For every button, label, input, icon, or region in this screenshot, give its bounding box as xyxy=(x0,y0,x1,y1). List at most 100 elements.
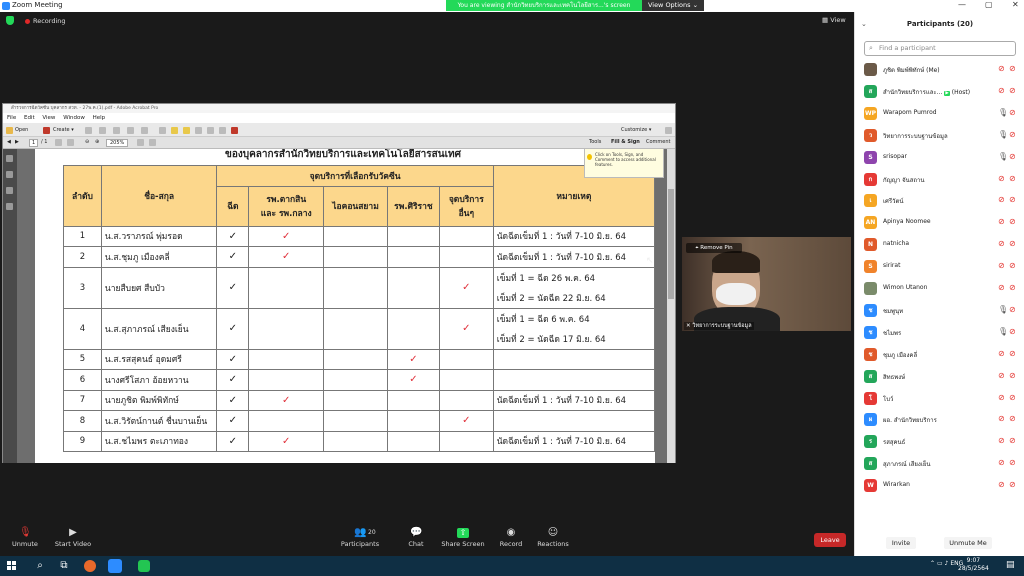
folder-icon[interactable] xyxy=(6,127,13,134)
scrollbar-thumb[interactable] xyxy=(668,189,674,299)
attachments-icon[interactable] xyxy=(6,203,13,210)
image-icon[interactable] xyxy=(141,127,148,134)
taskbar-clock[interactable]: 9:07 28/5/2564 xyxy=(958,557,989,573)
remove-pin-button[interactable]: ⌖ Remove Pin xyxy=(686,243,742,253)
minimize-icon[interactable]: — xyxy=(958,0,966,9)
document-scrollbar[interactable] xyxy=(667,149,675,463)
participant-row[interactable]: ผ ผอ. สำนักวิทยบริการ ⊘ ⊘ xyxy=(864,410,1018,430)
network-icon[interactable]: ▭ xyxy=(937,560,943,567)
participants-button[interactable]: 👥 Participants xyxy=(335,528,385,549)
pages-panel-icon[interactable] xyxy=(6,155,13,162)
view-button[interactable]: ▦ View xyxy=(822,16,846,24)
participant-row[interactable]: ส สิทธพงษ์ ⊘ ⊘ xyxy=(864,367,1018,387)
view-options-button[interactable]: View Options ⌄ xyxy=(642,0,704,11)
highlight-icon[interactable] xyxy=(183,127,190,134)
menu-help[interactable]: Help xyxy=(93,115,106,121)
participant-row[interactable]: Wimon Utanon ⊘ ⊘ xyxy=(864,279,1018,299)
open-button[interactable]: Open xyxy=(15,127,28,133)
start-video-button[interactable]: ▶ Start Video xyxy=(48,528,98,549)
cell-siriraj xyxy=(386,307,440,350)
prev-page-icon[interactable]: ◀ xyxy=(7,139,11,145)
participant-row[interactable]: ภูชิต พิมพ์พิทักษ์ (Me) ⊘ ⊘ xyxy=(864,60,1018,80)
participant-row[interactable]: AN Apinya Noomee ⊘ ⊘ xyxy=(864,213,1018,233)
zoom-out-icon[interactable]: ⊖ xyxy=(85,139,89,145)
zoom-taskbar-icon[interactable] xyxy=(108,559,122,573)
menu-file[interactable]: File xyxy=(7,115,16,121)
tray-arrow-icon[interactable]: ⌃ xyxy=(930,560,935,567)
print-icon[interactable] xyxy=(113,127,120,134)
chat-button[interactable]: 💬 Chat xyxy=(391,527,441,549)
participant-row[interactable]: ร รสสุคนธ์ ⊘ ⊘ xyxy=(864,432,1018,452)
chat-icon: 💬 xyxy=(410,527,423,538)
comment-tab[interactable]: Comment xyxy=(646,139,671,145)
reactions-button[interactable]: ☺ Reactions xyxy=(528,528,578,549)
upload-icon[interactable] xyxy=(99,127,106,134)
select-tool-icon[interactable] xyxy=(55,139,62,146)
participant-row[interactable]: Nnatnicha ⊘ ⊘ xyxy=(864,235,1018,255)
participant-row[interactable]: Ssrisopar 🎙 ⊘ xyxy=(864,148,1018,168)
bookmarks-icon[interactable] xyxy=(6,171,13,178)
settings-icon[interactable] xyxy=(159,127,166,134)
participant-row[interactable]: ส สุภาภรณ์ เสียงเย็น ⊘ ⊘ xyxy=(864,454,1018,474)
expand-icon[interactable] xyxy=(665,127,672,134)
leave-button[interactable]: Leave xyxy=(814,533,846,547)
line-app-icon[interactable] xyxy=(138,560,150,572)
row-remark: นัดฉีดเข็มที่ 1 : วันที่ 7-10 มิ.ย. 64 xyxy=(492,246,656,268)
hand-tool-icon[interactable] xyxy=(67,139,74,146)
customize-button[interactable]: Customize ▾ xyxy=(621,127,651,133)
participant-row[interactable]: ช ชมพูนุท 🎙 ⊘ xyxy=(864,301,1018,321)
participant-search-input[interactable]: Find a participant xyxy=(864,41,1016,56)
security-shield-icon[interactable] xyxy=(6,16,14,25)
task-view-icon[interactable]: ⧉ xyxy=(58,560,70,572)
page-number-input[interactable]: 1 xyxy=(29,139,39,147)
participant-row[interactable]: เ เศรีวัตน์ ⊘ ⊘ xyxy=(864,191,1018,211)
attach-icon[interactable] xyxy=(219,127,226,134)
volume-icon[interactable]: ♪ xyxy=(945,560,949,567)
tools-tab[interactable]: Tools xyxy=(589,139,601,145)
save-icon[interactable] xyxy=(85,127,92,134)
zoom-in-icon[interactable]: ⊕ xyxy=(95,139,99,145)
participant-row[interactable]: ก กัญญา จันสถาน ⊘ ⊘ xyxy=(864,170,1018,190)
fit-page-icon[interactable] xyxy=(137,139,144,146)
participant-row[interactable]: ว วิทยาการระบบฐานข้อมูล 🎙 ⊘ xyxy=(864,126,1018,146)
unmute-me-button[interactable]: Unmute Me xyxy=(944,537,992,549)
next-page-icon[interactable]: ▶ xyxy=(15,139,19,145)
participant-row[interactable]: ช ชไมพร 🎙 ⊘ xyxy=(864,323,1018,343)
stamp-icon[interactable] xyxy=(195,127,202,134)
export-icon[interactable] xyxy=(207,127,214,134)
close-icon[interactable]: ✕ xyxy=(1012,0,1019,9)
header-siriraj: รพ.ศิริราช xyxy=(386,185,440,227)
menu-window[interactable]: Window xyxy=(63,115,85,121)
participant-row[interactable]: WP Warapom Pumrod 🎙 ⊘ xyxy=(864,104,1018,124)
menu-view[interactable]: View xyxy=(42,115,55,121)
pdf-icon[interactable] xyxy=(231,127,238,134)
comment-bubble-icon[interactable] xyxy=(171,127,178,134)
taskbar-search-icon[interactable]: ⌕ xyxy=(34,560,46,572)
participant-row[interactable]: โ โบว์ ⊘ ⊘ xyxy=(864,389,1018,409)
email-icon[interactable] xyxy=(127,127,134,134)
windows-start-icon[interactable] xyxy=(7,561,17,571)
document-viewport[interactable]: ของบุคลากรสำนักวิทยบริการและเทคโนโลยีสาร… xyxy=(17,149,667,463)
participant-row[interactable]: ช ชุมภู เมืองคลี่ ⊘ ⊘ xyxy=(864,345,1018,365)
check-icon: ✓ xyxy=(228,374,238,386)
fill-sign-tab[interactable]: Fill & Sign xyxy=(611,139,640,145)
maximize-icon[interactable]: ▢ xyxy=(985,0,993,9)
cell-siriraj xyxy=(386,266,440,309)
invite-button[interactable]: Invite xyxy=(886,537,916,549)
create-pdf-icon[interactable] xyxy=(43,127,50,134)
participant-row[interactable]: W Wirarkan ⊘ ⊘ xyxy=(864,476,1018,496)
row-name: น.ส.วราภรณ์ พุ่มรอด xyxy=(100,225,218,247)
acrobat-title: สำรวจการฉีดวัคซีน บุคลากร สวท. - 27พ.ค.(… xyxy=(3,104,675,113)
signature-panel-icon[interactable] xyxy=(6,187,13,194)
create-button[interactable]: Create ▾ xyxy=(53,127,74,133)
screen-share-banner: You are viewing สำนักวิทยบริการและเทคโนโ… xyxy=(446,0,642,11)
notification-icon[interactable]: ▤ xyxy=(1006,560,1015,570)
read-mode-icon[interactable] xyxy=(149,139,156,146)
firefox-icon[interactable] xyxy=(84,560,96,572)
share-screen-button[interactable]: ⇧ Share Screen xyxy=(438,528,488,548)
zoom-level-select[interactable]: 205% xyxy=(106,139,129,147)
menu-edit[interactable]: Edit xyxy=(24,115,35,121)
participant-row[interactable]: Ssirirat ⊘ ⊘ xyxy=(864,257,1018,277)
unmute-button[interactable]: 🎙 Unmute xyxy=(0,528,50,549)
participant-row[interactable]: ส สำนักวิทยบริการและ... ▶ (Host) ⊘ ⊘ xyxy=(864,82,1018,102)
